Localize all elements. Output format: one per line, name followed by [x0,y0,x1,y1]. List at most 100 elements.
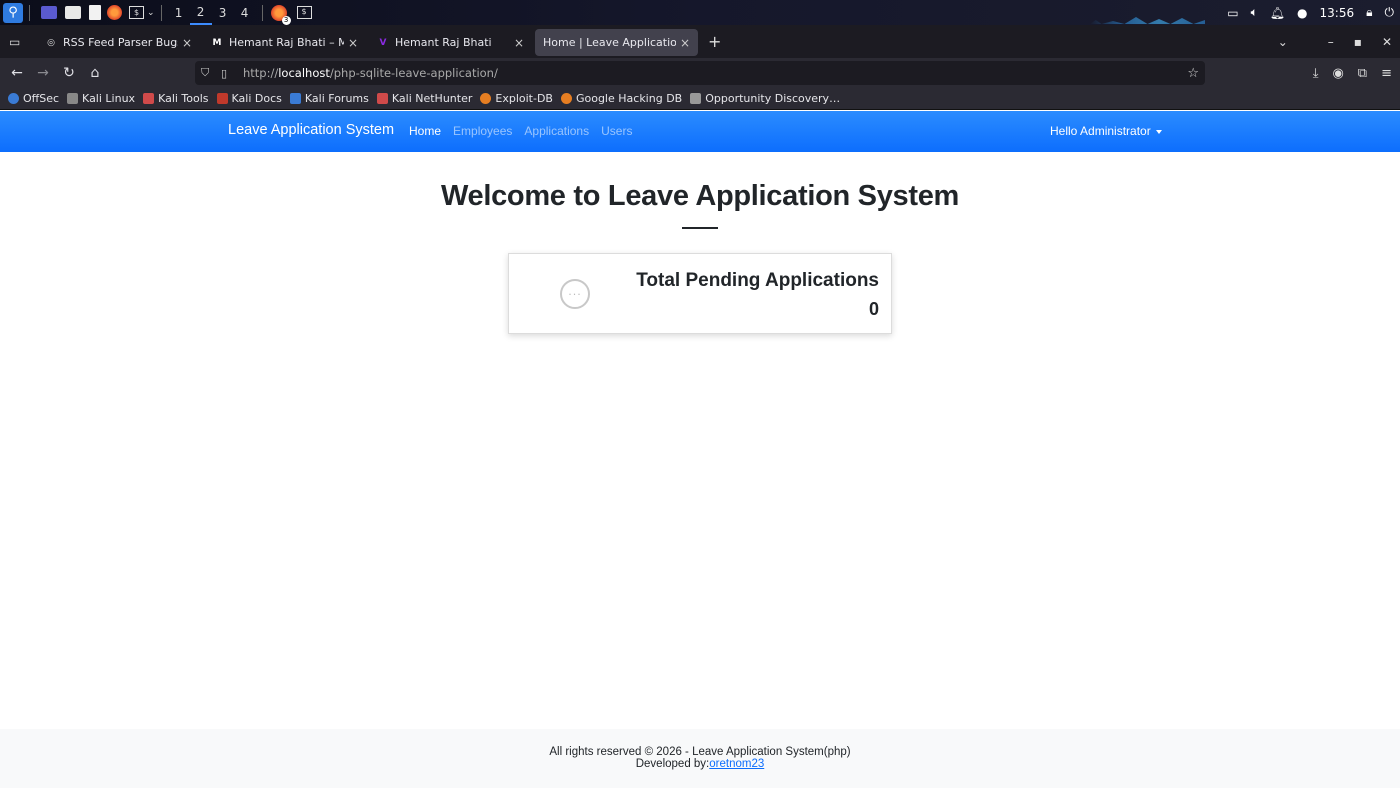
taskbar-separator [261,4,263,21]
developer-prefix: Developed by: [635,758,710,770]
nav-users[interactable]: Users [601,124,632,138]
workspace-3[interactable]: 3 [212,6,234,20]
page-title: Welcome to Leave Application System [440,180,960,212]
nav-applications[interactable]: Applications [524,124,589,138]
clock-icon: ● [1297,5,1308,20]
url-text[interactable]: http://localhost/php-sqlite-leave-applic… [243,66,498,80]
app-brand[interactable]: Leave Application System [228,122,394,138]
browser-tab-strip: ▭ ◎ RSS Feed Parser Bugs × M Hemant Raj … [0,25,1400,58]
file-manager-icon[interactable] [65,6,81,19]
bookmark-label: OffSec [23,92,60,105]
ellipsis-circle-icon: ··· [560,279,590,309]
reload-icon[interactable]: ↻ [56,65,82,81]
tab-rss-feed[interactable]: ◎ RSS Feed Parser Bugs × [37,29,200,56]
back-icon[interactable]: ← [4,65,30,81]
page-icon[interactable]: ▯ [221,67,235,80]
lock-icon[interactable]: 🔒︎ [1366,5,1372,20]
bookmark-opportunity[interactable]: Opportunity Discovery… [690,92,840,105]
extensions-icon[interactable]: ⧉ [1358,66,1367,81]
bookmark-label: Exploit-DB [495,92,553,105]
exploit-db-icon [480,93,492,104]
maximize-icon[interactable]: ▪ [1354,35,1362,49]
forward-icon[interactable]: → [30,65,56,81]
card-value: 0 [868,299,879,319]
workspace-4[interactable]: 4 [234,6,256,20]
firefox-icon[interactable] [107,5,122,20]
nav-home[interactable]: Home [409,124,441,138]
developer-line: Developed by:oretnom23 [0,758,1400,770]
close-icon[interactable]: × [680,36,690,50]
user-menu-dropdown[interactable]: Hello Administrator [1050,124,1162,138]
pending-applications-card: ··· Total Pending Applications 0 [508,253,892,334]
menu-icon[interactable]: ≡ [1381,66,1392,81]
chevron-down-icon[interactable]: ⌄ [1278,35,1288,49]
bookmark-kali-docs[interactable]: Kali Docs [216,92,282,105]
minimize-icon[interactable]: – [1328,35,1334,49]
tab-hemant[interactable]: V Hemant Raj Bhati × [369,29,532,56]
chevron-down-icon[interactable]: ⌄ [147,8,155,18]
bookmark-kali-tools[interactable]: Kali Tools [143,92,209,105]
desktop-icon[interactable] [41,6,57,19]
medium-icon: M [212,37,222,48]
text-editor-icon[interactable] [89,5,101,20]
bookmark-label: Kali Linux [82,92,136,105]
bookmark-star-icon[interactable]: ☆ [1187,66,1199,81]
nethunter-icon [376,93,388,104]
terminal-window-icon[interactable]: $ [296,6,312,19]
bookmarks-toolbar: OffSec Kali Linux Kali Tools Kali Docs K… [0,88,1400,110]
app-nav-links: Home Employees Applications Users [409,124,632,138]
shield-icon[interactable]: ⛉ [201,66,215,80]
bookmark-kali-linux[interactable]: Kali Linux [67,92,135,105]
network-graph [1090,17,1205,24]
close-icon[interactable]: × [514,36,524,50]
window-count-badge: 3 [281,15,291,25]
account-icon[interactable]: ◉ [1332,66,1343,81]
workspace-1[interactable]: 1 [168,6,190,20]
taskbar-separator [29,4,30,21]
card-title: Total Pending Applications [636,270,879,291]
display-icon[interactable]: ▭ [1227,6,1238,20]
workspace-2[interactable]: 2 [189,0,212,25]
kali-docs-icon [216,93,228,104]
bookmark-kali-nethunter[interactable]: Kali NetHunter [376,92,473,105]
offsec-icon [8,93,19,104]
bookmark-label: Kali Forums [304,92,369,105]
firefox-window-icon[interactable]: 3 [270,4,291,25]
terminal-icon[interactable]: $ [129,6,144,19]
bookmark-kali-forums[interactable]: Kali Forums [289,92,369,105]
close-window-icon[interactable]: ✕ [1382,35,1392,49]
bookmark-label: Google Hacking DB [575,92,683,105]
v-icon: V [379,37,387,48]
clock-time[interactable]: 13:56 [1320,6,1355,20]
taskbar-separator [160,4,162,21]
bookmark-exploit-db[interactable]: Exploit-DB [480,92,553,105]
tab-leave-app[interactable]: Home | Leave Application Sys × [535,29,698,56]
tab-medium[interactable]: M Hemant Raj Bhati – Mediu × [203,29,366,56]
bookmark-label: Opportunity Discovery… [705,92,841,105]
tab-title: Home | Leave Application Sys [543,36,676,49]
url-bar[interactable]: ⛉ ▯ http://localhost/php-sqlite-leave-ap… [195,61,1205,85]
volume-icon[interactable]: 🔈︎ [1251,5,1258,20]
nav-employees[interactable]: Employees [453,124,512,138]
close-icon[interactable]: × [182,36,192,50]
page-footer: All rights reserved © 2026 - Leave Appli… [0,729,1400,788]
kali-menu-icon[interactable]: ⚲ [3,2,23,23]
developer-link[interactable]: oretnom23 [709,758,764,770]
toolbar-right: ⤓ ◉ ⧉ ≡ [1313,58,1392,88]
bell-icon[interactable]: 🔔︎ [1270,6,1285,20]
bookmark-label: Kali Docs [231,92,282,105]
tab-list-icon[interactable]: ▭ [9,35,25,49]
bookmark-ghdb[interactable]: Google Hacking DB [560,92,683,105]
power-icon[interactable]: ⏻ [1385,5,1395,20]
new-tab-button[interactable]: + [708,32,721,51]
os-taskbar: ⚲ $ ⌄ 1 2 3 4 3 $ ▭ 🔈︎ 🔔︎ ● 13:56 🔒︎ ⏻ [0,0,1400,25]
bookmark-offsec[interactable]: OffSec [8,92,59,105]
bookmark-label: Kali NetHunter [391,92,473,105]
web-page: Leave Application System Home Employees … [0,111,1400,788]
kali-dragon-icon [67,93,79,104]
download-icon[interactable]: ⤓ [1313,66,1319,81]
home-icon[interactable]: ⌂ [82,65,108,81]
globe-icon: ◎ [47,37,55,48]
window-controls: ⌄ – ▪ ✕ [1278,25,1392,58]
close-icon[interactable]: × [348,36,358,50]
